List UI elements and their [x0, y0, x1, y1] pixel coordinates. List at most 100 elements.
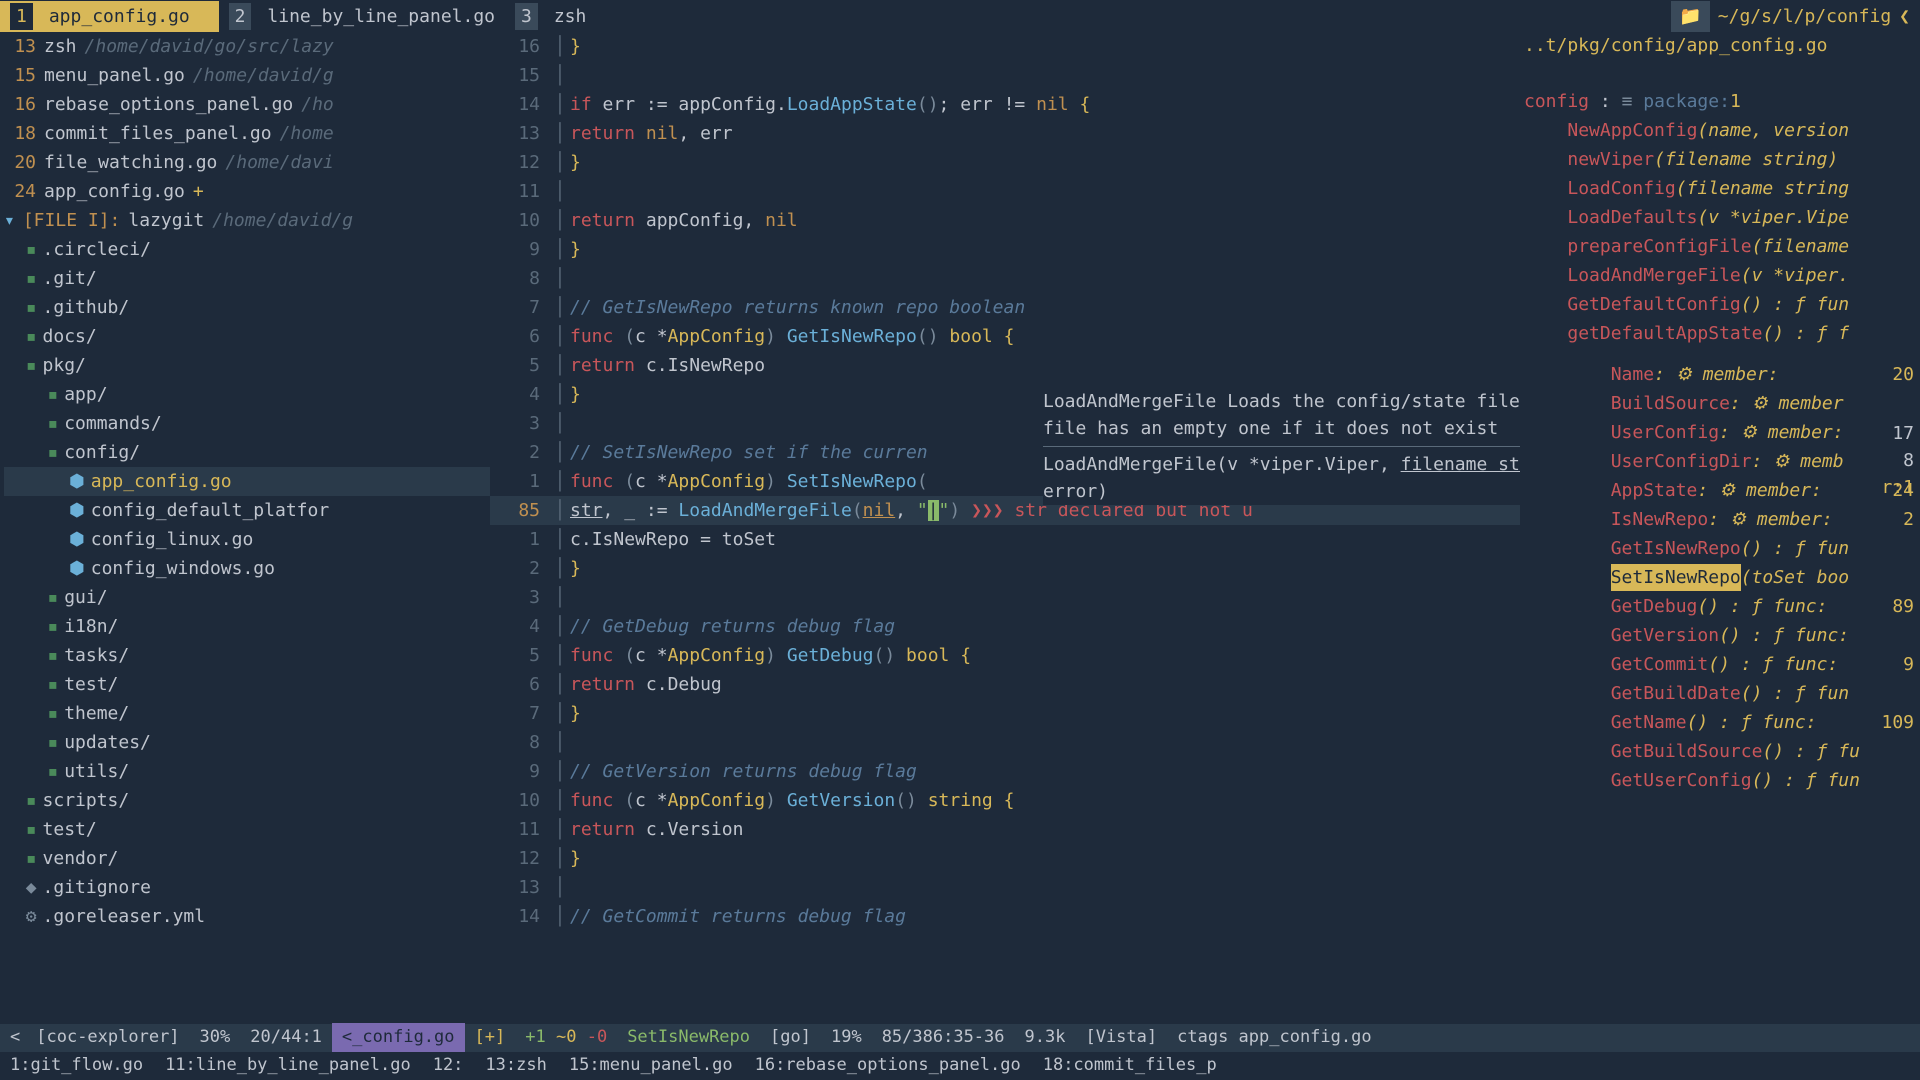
tree-folder[interactable]: ▪test/: [4, 815, 490, 844]
code-line[interactable]: 4│ // GetDebug returns debug flag: [490, 612, 1520, 641]
code-line[interactable]: 15│: [490, 61, 1520, 90]
code-line[interactable]: 13│ return nil, err: [490, 119, 1520, 148]
outline-item[interactable]: newViper(filename string): [1524, 145, 1920, 174]
outline-item[interactable]: UserConfig : ⚙ member:: [1524, 418, 1920, 447]
outline-item[interactable]: GetBuildSource() : ƒ fu: [1524, 737, 1920, 766]
code-line[interactable]: 11│ return c.Version: [490, 815, 1520, 844]
tree-file[interactable]: ◆.gitignore: [4, 873, 490, 902]
tab[interactable]: 1app_config.go*: [0, 1, 219, 32]
tree-folder[interactable]: ▪commands/: [4, 409, 490, 438]
status-modified-flag: [+]: [465, 1023, 516, 1053]
outline-item[interactable]: NewAppConfig(name, version: [1524, 116, 1920, 145]
code-line[interactable]: 3│: [490, 583, 1520, 612]
buffer-entry[interactable]: 24app_config.go+: [4, 177, 490, 206]
outline-item[interactable]: AppState : ⚙ member:24: [1524, 476, 1920, 505]
tree-folder[interactable]: ▪app/: [4, 380, 490, 409]
tree-folder[interactable]: ▪vendor/: [4, 844, 490, 873]
code-line[interactable]: 8│: [490, 728, 1520, 757]
bufferlist-item[interactable]: 15:menu_panel.go: [569, 1053, 733, 1079]
outline-item[interactable]: getDefaultAppState() : ƒ f: [1524, 319, 1920, 348]
outline-item[interactable]: GetDebug() : ƒ func:89: [1524, 592, 1920, 621]
outline-item[interactable]: LoadAndMergeFile(v *viper.: [1524, 261, 1920, 290]
outline-item[interactable]: LoadDefaults(v *viper.Vipe: [1524, 203, 1920, 232]
tree-file[interactable]: ⬢config_default_platfor: [4, 496, 490, 525]
folder-icon: ▪: [47, 613, 58, 640]
bufferlist-item[interactable]: 11:line_by_line_panel.go: [165, 1053, 411, 1079]
code-line[interactable]: 5│ return c.IsNewRepo: [490, 351, 1520, 380]
buffer-entry[interactable]: 15menu_panel.go/home/david/g: [4, 61, 490, 90]
buffer-list-bar: 1:git_flow.go 11:line_by_line_panel.go 12:…: [0, 1052, 1920, 1080]
status-vista: [Vista]: [1075, 1023, 1167, 1053]
outline-item[interactable]: GetBuildDate() : ƒ fun: [1524, 679, 1920, 708]
tree-folder[interactable]: ▪i18n/: [4, 612, 490, 641]
outline-item[interactable]: BuildSource : ⚙ member: [1524, 389, 1920, 418]
code-line[interactable]: 12│ }: [490, 844, 1520, 873]
bufferlist-item[interactable]: 18:commit_files_p: [1043, 1053, 1217, 1079]
code-line[interactable]: 11│: [490, 177, 1520, 206]
tab[interactable]: 3zsh: [505, 1, 596, 32]
outline-item[interactable]: GetVersion() : ƒ func:: [1524, 621, 1920, 650]
buffer-entry[interactable]: 13zsh/home/david/go/src/lazy: [4, 32, 490, 61]
buffer-entry[interactable]: 18commit_files_panel.go/home: [4, 119, 490, 148]
outline-item[interactable]: SetIsNewRepo(toSet boo: [1524, 563, 1920, 592]
tree-folder[interactable]: ▪.git/: [4, 264, 490, 293]
code-line[interactable]: 9│}: [490, 235, 1520, 264]
code-line[interactable]: 1│ c.IsNewRepo = toSet: [490, 525, 1520, 554]
code-line[interactable]: 5│ func (c *AppConfig) GetDebug() bool {: [490, 641, 1520, 670]
file-section-header: ▾ [FILE I]: lazygit /home/david/g: [4, 206, 490, 235]
tree-folder[interactable]: ▪utils/: [4, 757, 490, 786]
tree-folder[interactable]: ▪test/: [4, 670, 490, 699]
buffer-entry[interactable]: 20file_watching.go/home/davi: [4, 148, 490, 177]
tree-folder[interactable]: ▪gui/: [4, 583, 490, 612]
bufferlist-item[interactable]: 12:: [433, 1053, 464, 1079]
code-line[interactable]: 9│ // GetVersion returns debug flag: [490, 757, 1520, 786]
signature-line: error): [1043, 478, 1520, 505]
outline-item[interactable]: IsNewRepo : ⚙ member:2: [1524, 505, 1920, 534]
tree-folder[interactable]: ▪theme/: [4, 699, 490, 728]
tree-folder[interactable]: ▪tasks/: [4, 641, 490, 670]
outline-item[interactable]: Name : ⚙ member:20: [1524, 360, 1920, 389]
outline-item[interactable]: GetIsNewRepo() : ƒ fun: [1524, 534, 1920, 563]
code-line[interactable]: 16│ }: [490, 32, 1520, 61]
code-line[interactable]: 14│ // GetCommit returns debug flag: [490, 902, 1520, 931]
tree-file[interactable]: ⬢app_config.go: [4, 467, 490, 496]
status-diff-added: +1: [525, 1027, 545, 1047]
code-line[interactable]: 7│ // GetIsNewRepo returns known repo bo…: [490, 293, 1520, 322]
bufferlist-item[interactable]: 1:git_flow.go: [10, 1053, 143, 1079]
tree-folder[interactable]: ▪.github/: [4, 293, 490, 322]
editor-panel[interactable]: 16│ }15│ 14│ if err := appConfig.LoadApp…: [490, 32, 1520, 1024]
code-line[interactable]: 2│ }: [490, 554, 1520, 583]
code-line[interactable]: 8│: [490, 264, 1520, 293]
tree-file[interactable]: ⬢config_linux.go: [4, 525, 490, 554]
bufferlist-item[interactable]: 16:rebase_options_panel.go: [755, 1053, 1021, 1079]
tree-folder[interactable]: ▪pkg/: [4, 351, 490, 380]
tree-folder[interactable]: ▪updates/: [4, 728, 490, 757]
code-line[interactable]: 10│ func (c *AppConfig) GetVersion() str…: [490, 786, 1520, 815]
outline-item[interactable]: prepareConfigFile(filename: [1524, 232, 1920, 261]
outline-item[interactable]: GetDefaultConfig() : ƒ fun: [1524, 290, 1920, 319]
outline-item[interactable]: LoadConfig(filename string: [1524, 174, 1920, 203]
tree-folder[interactable]: ▪docs/: [4, 322, 490, 351]
tree-file[interactable]: ⬢config_windows.go: [4, 554, 490, 583]
status-line: < [coc-explorer] 30% 20/44:1 <_config.go…: [0, 1024, 1920, 1052]
outline-item[interactable]: GetName() : ƒ func:109: [1524, 708, 1920, 737]
code-line[interactable]: 6│ return c.Debug: [490, 670, 1520, 699]
tree-folder[interactable]: ▪scripts/: [4, 786, 490, 815]
code-line[interactable]: 14│ if err := appConfig.LoadAppState(); …: [490, 90, 1520, 119]
code-line[interactable]: 7│ }: [490, 699, 1520, 728]
buffer-entry[interactable]: 16rebase_options_panel.go/ho: [4, 90, 490, 119]
outline-item[interactable]: GetCommit() : ƒ func:9: [1524, 650, 1920, 679]
tree-file[interactable]: ⚙.goreleaser.yml: [4, 902, 490, 931]
outline-package-header: config : ≡ package:1: [1524, 87, 1920, 116]
outline-item[interactable]: UserConfigDir : ⚙ memb: [1524, 447, 1920, 476]
code-line[interactable]: 13│: [490, 873, 1520, 902]
outline-item[interactable]: GetUserConfig() : ƒ fun: [1524, 766, 1920, 795]
bufferlist-item[interactable]: 13:zsh: [485, 1053, 546, 1079]
code-line[interactable]: 12│ }: [490, 148, 1520, 177]
tree-folder[interactable]: ▪config/: [4, 438, 490, 467]
status-position-left: 20/44:1: [240, 1023, 332, 1053]
code-line[interactable]: 6│ func (c *AppConfig) GetIsNewRepo() bo…: [490, 322, 1520, 351]
code-line[interactable]: 10│ return appConfig, nil: [490, 206, 1520, 235]
tab[interactable]: 2line_by_line_panel.go: [219, 1, 505, 32]
tree-folder[interactable]: ▪.circleci/: [4, 235, 490, 264]
